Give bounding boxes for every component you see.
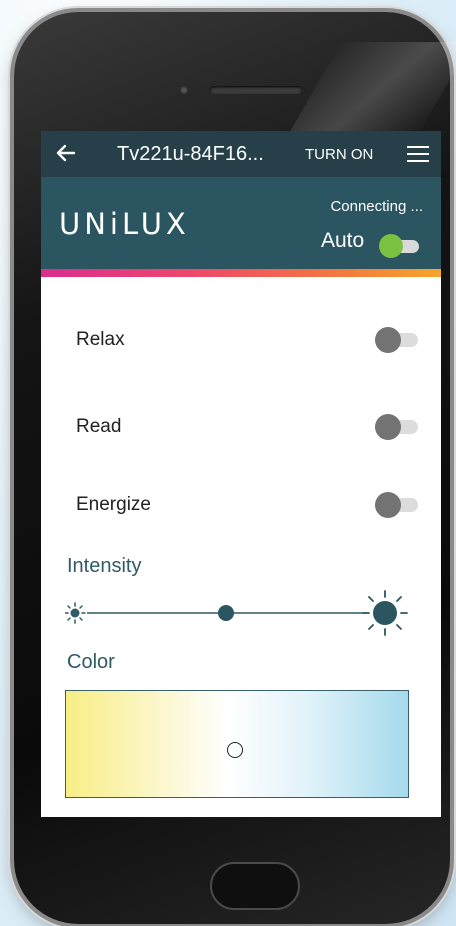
front-camera [180,86,188,94]
intensity-title: Intensity [67,555,142,577]
mode-row-relax: Relax [41,321,441,361]
energize-toggle[interactable] [375,492,419,518]
read-toggle[interactable] [375,414,419,440]
device-title: Tv221u-84F16... [117,143,264,165]
turn-on-button[interactable]: TURN ON [305,146,373,163]
intensity-thumb[interactable] [218,605,234,621]
sun-small-icon [65,602,86,624]
mode-label-read: Read [76,416,122,437]
auto-toggle-knob [379,234,403,258]
color-picker[interactable] [65,690,409,798]
mode-row-energize: Energize [41,486,441,526]
arrow-left-icon[interactable] [55,142,77,164]
mode-label-energize: Energize [76,494,151,515]
mode-row-read: Read [41,408,441,448]
relax-toggle[interactable] [375,327,419,353]
home-button[interactable] [210,862,300,910]
connection-status: Connecting ... [330,198,423,215]
color-title: Color [67,651,115,673]
app-bar: Tv221u-84F16... TURN ON [41,131,441,177]
brand-header: UNiLUX Connecting ... Auto [41,177,441,269]
auto-toggle[interactable] [379,234,421,258]
hamburger-menu-icon[interactable] [407,146,429,162]
screen-glare [286,42,456,138]
color-cursor[interactable] [226,742,243,759]
app-screen: Tv221u-84F16... TURN ON UNiLUX Connectin… [41,131,441,817]
earpiece-speaker [210,86,302,94]
sun-large-icon [362,590,408,636]
mode-label-relax: Relax [76,329,125,350]
intensity-slider[interactable] [65,589,415,637]
accent-stripe [41,269,441,277]
brand-logo: UNiLUX [59,207,190,241]
read-toggle-knob [375,414,401,440]
relax-toggle-knob [375,327,401,353]
energize-toggle-knob [375,492,401,518]
auto-label: Auto [321,229,365,252]
